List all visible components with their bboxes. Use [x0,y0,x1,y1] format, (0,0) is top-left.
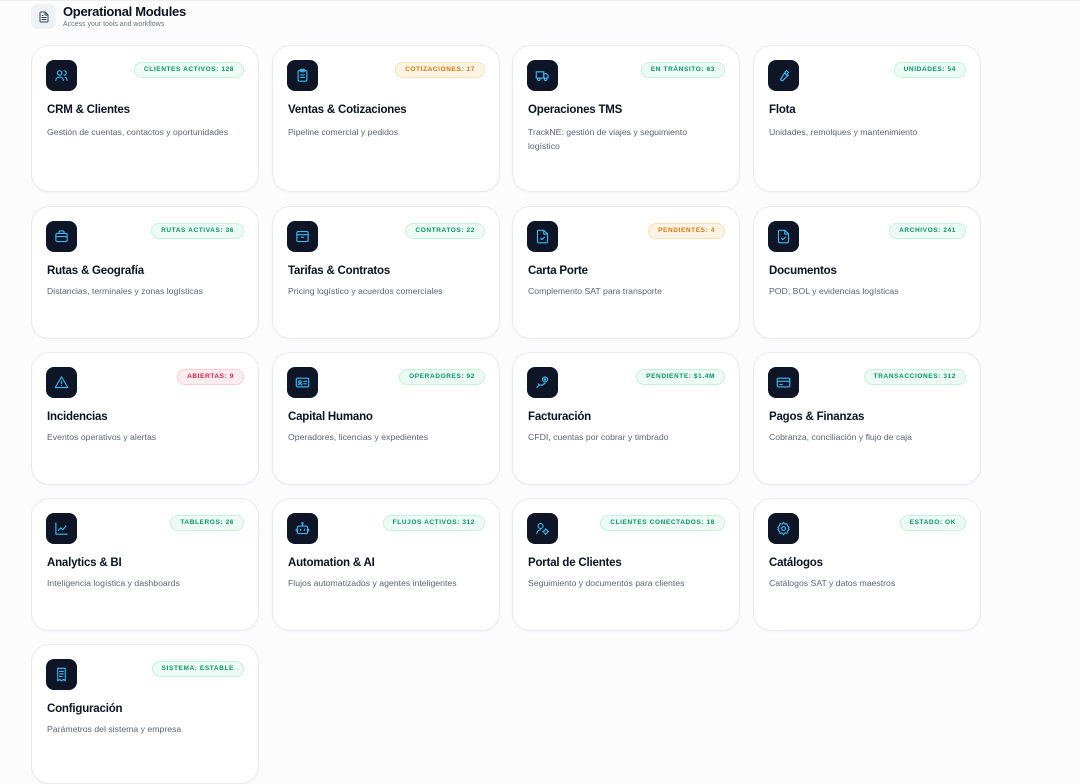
status-badge: EN TRÁNSITO: 63 [640,62,725,78]
archive-icon [287,221,318,252]
module-card-rutas-geografia[interactable]: RUTAS ACTIVAS: 36 Rutas & Geografía Distan… [31,206,259,339]
page-subtitle: Access your tools and workflows [63,21,165,28]
module-card-capital-humano[interactable]: OPERADORES: 92 Capital Humano Operadores, … [272,352,500,485]
module-description: Operadores, licencias y expedientes [288,432,429,442]
briefcase-icon [46,221,77,252]
clipboard-icon [287,60,318,91]
module-card-incidencias[interactable]: ABIERTAS: 9 Incidencias Eventos operativos… [31,352,259,485]
module-title: Catálogos [769,557,823,569]
status-badge: TRANSACCIONES: 312 [863,369,966,385]
module-card-portal-de-clientes[interactable]: CLIENTES CONECTADOS: 18 Portal de Cliente… [512,498,740,631]
module-title: Incidencias [47,411,108,423]
module-title: Automation & AI [288,557,375,569]
module-description: Seguimiento y documentos para clientes [528,578,685,588]
module-card-documentos[interactable]: ARCHIVOS: 241 Documentos POD, BOL y eviden… [753,206,981,339]
user-cog-icon [527,513,558,544]
status-badge: UNIDADES: 54 [893,62,966,78]
module-title: Facturación [528,411,591,423]
gear-icon [768,513,799,544]
module-card-catalogos[interactable]: ESTADO: OK Catálogos Catálogos SAT y datos… [753,498,981,631]
module-title: Rutas & Geografía [47,265,144,277]
module-card-crm-clientes[interactable]: CLIENTES ACTIVOS: 128 CRM & Clientes Gesti… [31,45,259,192]
status-badge: FLUJOS ACTIVOS: 312 [382,515,485,531]
module-description: Distancias, terminales y zonas logística… [47,286,203,296]
module-description: POD, BOL y evidencias logísticas [769,286,899,296]
status-badge: RUTAS ACTIVAS: 36 [151,223,244,239]
credit-card-icon [768,367,799,398]
module-description: Complemento SAT para transporte [528,286,662,296]
status-badge: TABLEROS: 26 [170,515,244,531]
module-description: Eventos operativos y alertas [47,432,157,442]
truck-icon [527,60,558,91]
module-description: TrackNE: gestión de viajes y seguimiento… [528,127,688,151]
module-description: Pipeline comercial y pedidos [288,127,399,137]
id-card-icon [287,367,318,398]
module-card-automation-ai[interactable]: FLUJOS ACTIVOS: 312 Automation & AI Flujos… [272,498,500,631]
module-description: Cobranza, conciliación y flujo de caja [769,432,912,442]
status-badge: PENDIENTE: $1.4M [636,369,725,385]
module-title: Pagos & Finanzas [769,411,865,423]
page-title: Operational Modules [63,4,186,19]
module-card-configuracion[interactable]: SISTEMA: ESTABLE Configuración Parámetros … [31,644,259,784]
money-hand-icon [527,367,558,398]
chart-line-icon [46,513,77,544]
file-check-icon [768,221,799,252]
module-title: Tarifas & Contratos [288,265,391,277]
module-title: Configuración [47,703,123,715]
module-description: Gestión de cuentas, contactos y oportuni… [47,127,229,137]
status-badge: OPERADORES: 92 [399,369,485,385]
module-card-flota[interactable]: UNIDADES: 54 Flota Unidades, remolques y m… [753,45,981,192]
module-title: Documentos [769,265,837,277]
module-card-operaciones-tms[interactable]: EN TRÁNSITO: 63 Operaciones TMS TrackNE: g… [512,45,740,192]
module-title: Ventas & Cotizaciones [288,104,407,116]
receipt-icon [46,659,77,690]
modules-grid: CLIENTES ACTIVOS: 128 CRM & Clientes Gesti… [31,45,981,784]
status-badge: COTIZACIONES: 17 [395,62,485,78]
module-card-ventas-cotizaciones[interactable]: COTIZACIONES: 17 Ventas & Cotizaciones Pip… [272,45,500,192]
status-badge: ABIERTAS: 9 [177,369,244,385]
status-badge: CONTRATOS: 22 [405,223,485,239]
module-description: Unidades, remolques y mantenimiento [769,127,918,137]
users-icon [46,60,77,91]
module-title: Operaciones TMS [528,104,623,116]
document-icon [31,4,56,29]
module-title: Portal de Clientes [528,557,622,569]
section-header: Operational Modules Access your tools an… [31,4,186,29]
alert-triangle-icon [46,367,77,398]
bot-icon [287,513,318,544]
module-title: Capital Humano [288,411,373,423]
status-badge: PENDIENTES: 4 [648,223,725,239]
status-badge: CLIENTES ACTIVOS: 128 [133,62,244,78]
module-card-tarifas-contratos[interactable]: CONTRATOS: 22 Tarifas & Contratos Pricing … [272,206,500,339]
status-badge: ESTADO: OK [899,515,966,531]
module-card-analytics-bi[interactable]: TABLEROS: 26 Analytics & BI Inteligencia l… [31,498,259,631]
module-title: Flota [769,104,796,116]
module-description: Catálogos SAT y datos maestros [769,578,896,588]
module-title: CRM & Clientes [47,104,130,116]
status-badge: SISTEMA: ESTABLE [151,661,244,677]
top-divider [0,0,1080,1]
module-description: CFDI, cuentas por cobrar y timbrado [528,432,669,442]
module-card-carta-porte[interactable]: PENDIENTES: 4 Carta Porte Complemento SAT … [512,206,740,339]
wrench-icon [768,60,799,91]
module-description: Inteligencia logística y dashboards [47,578,180,588]
module-description: Parámetros del sistema y empresa [47,724,182,734]
module-card-facturacion[interactable]: PENDIENTE: $1.4M Facturación CFDI, cuentas… [512,352,740,485]
module-card-pagos-finanzas[interactable]: TRANSACCIONES: 312 Pagos & Finanzas Cobran… [753,352,981,485]
module-title: Analytics & BI [47,557,122,569]
module-description: Pricing logístico y acuerdos comerciales [288,286,443,296]
status-badge: CLIENTES CONECTADOS: 18 [600,515,725,531]
file-check-icon [527,221,558,252]
module-title: Carta Porte [528,265,588,277]
module-description: Flujos automatizados y agentes inteligen… [288,578,457,588]
status-badge: ARCHIVOS: 241 [889,223,966,239]
